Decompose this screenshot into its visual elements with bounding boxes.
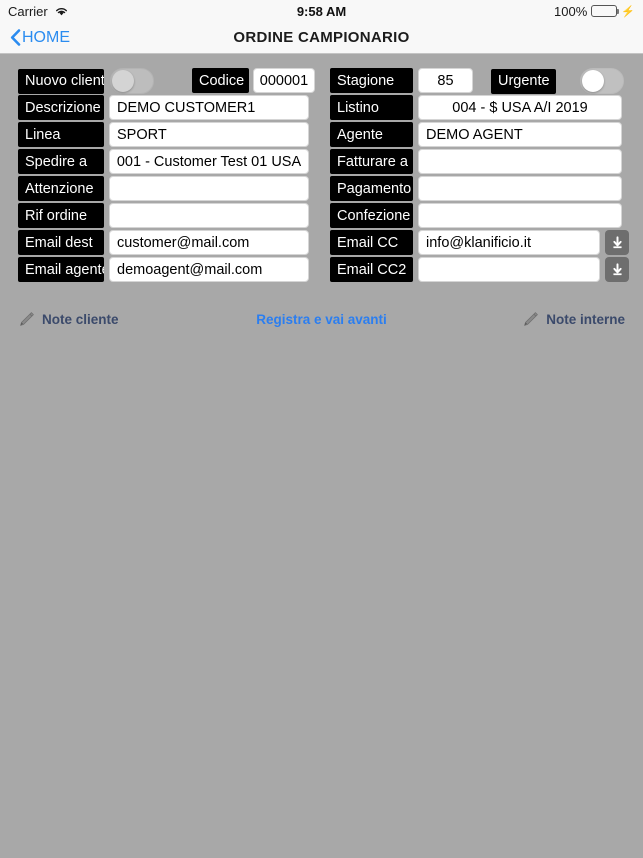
email-cc-download-button[interactable] [605, 230, 629, 255]
status-bar: Carrier 9:58 AM 100% ⚡ [0, 0, 643, 22]
label-email-cc: Email CC [330, 230, 413, 255]
label-attenzione: Attenzione [18, 176, 104, 201]
label-urgente: Urgente [491, 68, 556, 94]
wifi-icon [54, 5, 69, 17]
field-row-attenzione: Attenzione [18, 176, 309, 201]
field-row-urgente: Urgente [491, 68, 624, 94]
chevron-left-icon [10, 29, 21, 46]
navigation-bar: HOME ORDINE CAMPIONARIO [0, 22, 643, 54]
field-row-pagamento: Pagamento [330, 176, 622, 201]
input-fatturare-a[interactable] [418, 149, 622, 174]
label-listino: Listino [330, 95, 413, 120]
field-row-stagione: Stagione 85 [330, 68, 473, 93]
action-bar: Note cliente Registra e vai avanti Note … [0, 302, 643, 336]
back-home-label: HOME [22, 28, 70, 46]
email-cc2-download-button[interactable] [605, 257, 629, 282]
field-row-nuovo-cliente: Nuovo cliente [18, 68, 154, 94]
label-descrizione: Descrizione [18, 95, 104, 120]
input-codice[interactable]: 000001 [253, 68, 315, 93]
status-bar-left: Carrier [8, 4, 69, 19]
label-email-dest: Email dest [18, 230, 104, 255]
label-email-agente: Email agente [18, 257, 104, 282]
field-row-email-cc: Email CC info@klanificio.it [330, 230, 629, 255]
field-row-fatturare-a: Fatturare a [330, 149, 622, 174]
input-descrizione[interactable]: DEMO CUSTOMER1 [109, 95, 309, 120]
status-bar-time: 9:58 AM [296, 3, 347, 19]
field-row-spedire-a: Spedire a 001 - Customer Test 01 USA [18, 149, 309, 174]
field-row-email-dest: Email dest customer@mail.com [18, 230, 309, 255]
field-row-listino: Listino 004 - $ USA A/I 2019 [330, 95, 622, 120]
field-row-confezione: Confezione [330, 203, 622, 228]
back-home-button[interactable]: HOME [0, 29, 70, 47]
status-bar-right: 100% ⚡ [554, 4, 635, 19]
field-row-agente: Agente DEMO AGENT [330, 122, 622, 147]
form-area: Nuovo cliente Codice 000001 Stagione 85 … [0, 54, 643, 858]
label-agente: Agente [330, 122, 413, 147]
label-fatturare-a: Fatturare a [330, 149, 413, 174]
input-email-cc[interactable]: info@klanificio.it [418, 230, 600, 255]
pencil-icon [522, 311, 539, 328]
label-codice: Codice [192, 68, 249, 93]
field-row-email-agente: Email agente demoagent@mail.com [18, 257, 309, 282]
label-nuovo-cliente: Nuovo cliente [18, 68, 104, 94]
input-confezione[interactable] [418, 203, 622, 228]
charging-bolt-icon: ⚡ [621, 5, 635, 18]
registra-label: Registra e vai avanti [256, 311, 387, 327]
label-spedire-a: Spedire a [18, 149, 104, 174]
input-agente[interactable]: DEMO AGENT [418, 122, 622, 147]
carrier-label: Carrier [8, 3, 48, 19]
field-row-rif-ordine: Rif ordine [18, 203, 309, 228]
input-spedire-a[interactable]: 001 - Customer Test 01 USA [109, 149, 309, 174]
field-row-email-cc2: Email CC2 [330, 257, 629, 282]
label-pagamento: Pagamento [330, 176, 413, 201]
input-email-cc2[interactable] [418, 257, 600, 282]
label-linea: Linea [18, 122, 104, 147]
input-attenzione[interactable] [109, 176, 309, 201]
toggle-knob [582, 70, 604, 92]
arrow-down-icon [612, 236, 622, 249]
page-title: ORDINE CAMPIONARIO [233, 29, 410, 46]
field-row-descrizione: Descrizione DEMO CUSTOMER1 [18, 95, 309, 120]
battery-percent-label: 100% [554, 3, 588, 19]
label-email-cc2: Email CC2 [330, 257, 413, 282]
input-stagione[interactable]: 85 [418, 68, 473, 93]
input-email-dest[interactable]: customer@mail.com [109, 230, 309, 255]
field-row-linea: Linea SPORT [18, 122, 309, 147]
input-linea[interactable]: SPORT [109, 122, 309, 147]
label-confezione: Confezione [330, 203, 413, 228]
input-rif-ordine[interactable] [109, 203, 309, 228]
toggle-knob [112, 70, 134, 92]
arrow-down-icon [612, 263, 622, 276]
input-email-agente[interactable]: demoagent@mail.com [109, 257, 309, 282]
label-rif-ordine: Rif ordine [18, 203, 104, 228]
battery-icon [591, 5, 620, 17]
toggle-nuovo-cliente[interactable] [110, 68, 154, 94]
field-row-codice: Codice 000001 [192, 68, 315, 93]
toggle-urgente[interactable] [580, 68, 624, 94]
note-interne-button[interactable]: Note interne [522, 311, 625, 328]
input-listino[interactable]: 004 - $ USA A/I 2019 [418, 95, 622, 120]
input-pagamento[interactable] [418, 176, 622, 201]
label-stagione: Stagione [330, 68, 413, 93]
note-interne-label: Note interne [546, 311, 625, 327]
